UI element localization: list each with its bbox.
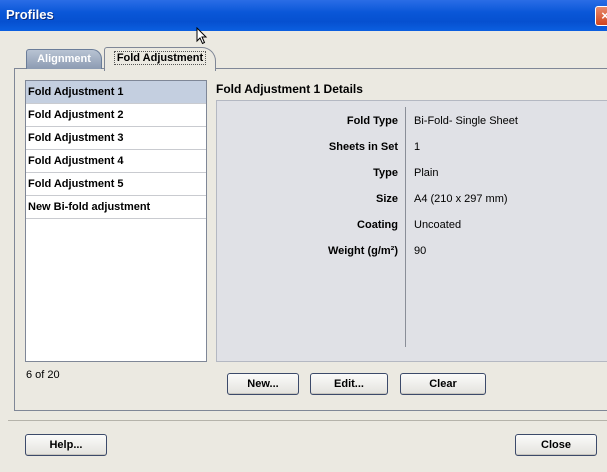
prop-value-coating: Uncoated (414, 219, 462, 231)
prop-value-type: Plain (414, 167, 439, 179)
help-button[interactable]: Help... (25, 434, 107, 456)
item-count: 6 of 20 (26, 369, 60, 381)
prop-value-fold-type: Bi-Fold- Single Sheet (414, 115, 518, 127)
prop-label-fold-type: Fold Type (346, 115, 398, 127)
details-divider (405, 107, 406, 347)
profiles-window: Profiles × Alignment Fold Adjustment Fol… (0, 0, 607, 472)
new-button[interactable]: New... (227, 373, 299, 395)
prop-label-coating: Coating (357, 219, 398, 231)
mouse-cursor-icon (196, 27, 208, 45)
list-item[interactable]: Fold Adjustment 5 (26, 173, 206, 196)
prop-value-sheets-in-set: 1 (414, 141, 421, 153)
details-title: Fold Adjustment 1 Details (216, 82, 363, 96)
details-panel (216, 100, 607, 362)
prop-label-weight: Weight (g/m²) (327, 245, 398, 257)
prop-label-sheets-in-set: Sheets in Set (328, 141, 398, 153)
tab-alignment-label: Alignment (37, 53, 91, 65)
prop-value-weight: 90 (414, 245, 427, 257)
tab-alignment[interactable]: Alignment (26, 49, 102, 69)
prop-label-type: Type (373, 167, 398, 179)
window-title: Profiles (6, 7, 54, 22)
list-item[interactable]: Fold Adjustment 1 (26, 81, 206, 104)
list-item[interactable]: Fold Adjustment 2 (26, 104, 206, 127)
edit-button[interactable]: Edit... (310, 373, 388, 395)
title-bar[interactable]: Profiles × (0, 0, 607, 31)
close-icon[interactable]: × (595, 6, 607, 26)
prop-label-size: Size (375, 193, 398, 205)
list-item[interactable]: Fold Adjustment 4 (26, 150, 206, 173)
tab-fold-adjustment-label: Fold Adjustment (113, 51, 207, 65)
footer-divider (8, 420, 607, 421)
prop-value-size: A4 (210 x 297 mm) (414, 193, 508, 205)
fold-adjustment-list[interactable]: Fold Adjustment 1 Fold Adjustment 2 Fold… (25, 80, 207, 362)
list-item[interactable]: Fold Adjustment 3 (26, 127, 206, 150)
clear-button[interactable]: Clear (400, 373, 486, 395)
tab-fold-adjustment[interactable]: Fold Adjustment (104, 47, 216, 71)
close-button[interactable]: Close (515, 434, 597, 456)
list-item[interactable]: New Bi-fold adjustment (26, 196, 206, 219)
